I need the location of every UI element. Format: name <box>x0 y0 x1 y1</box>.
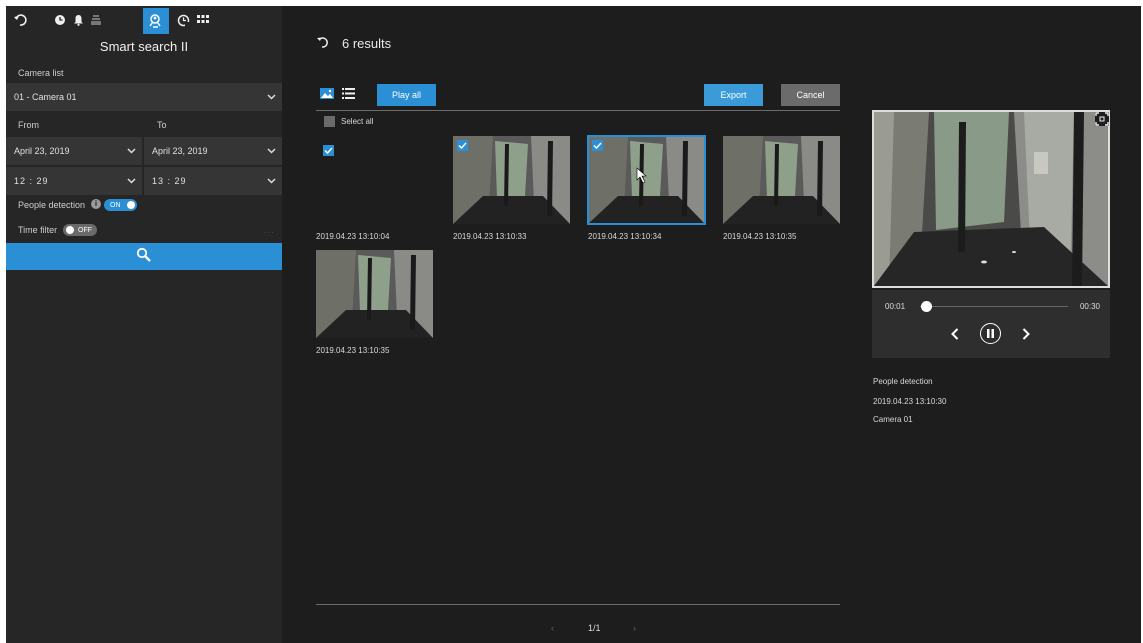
playback-icon[interactable] <box>173 10 193 30</box>
previous-icon[interactable] <box>951 328 959 343</box>
divider <box>316 604 840 605</box>
camera-list-label: Camera list <box>18 68 64 78</box>
result-timestamp: 2019.04.23 13:10:35 <box>316 346 390 355</box>
page-title: Smart search II <box>99 39 189 54</box>
fullscreen-icon[interactable] <box>1095 112 1109 126</box>
top-toolbar <box>6 6 282 34</box>
back-icon[interactable] <box>316 36 328 51</box>
result-thumbnail[interactable] <box>723 136 840 224</box>
to-date-value: April 23, 2019 <box>152 146 208 156</box>
seek-bar[interactable] <box>920 301 1068 312</box>
from-date-select[interactable]: April 23, 2019 <box>6 137 142 165</box>
play-all-button[interactable]: Play all <box>377 84 436 106</box>
event-time: 2019.04.23 13:10:30 <box>873 397 947 406</box>
to-label: To <box>157 120 167 130</box>
pause-icon[interactable] <box>980 323 1001 344</box>
camera-select-value: 01 - Camera 01 <box>14 92 77 102</box>
page-indicator: 1/1 <box>588 623 601 633</box>
chevron-down-icon <box>267 92 276 102</box>
search-button[interactable] <box>6 243 282 270</box>
time-filter-label: Time filter <box>18 225 58 235</box>
video-preview[interactable] <box>872 110 1110 288</box>
toggle-knob <box>66 226 74 234</box>
result-timestamp: 2019.04.23 13:10:34 <box>588 232 662 241</box>
result-timestamp: 2019.04.23 13:10:04 <box>316 232 390 241</box>
results-count: 6 results <box>342 36 392 51</box>
result-timestamp: 2019.04.23 13:10:35 <box>723 232 797 241</box>
result-thumbnail[interactable] <box>316 250 433 338</box>
seek-handle[interactable] <box>921 301 932 312</box>
cancel-button[interactable]: Cancel <box>781 84 840 106</box>
toggle-state-text: ON <box>110 201 121 209</box>
to-time-select[interactable]: 13 : 29 <box>144 167 282 195</box>
to-time-value: 13 : 29 <box>152 176 187 186</box>
dashboard-icon[interactable] <box>86 10 106 30</box>
back-icon[interactable] <box>10 10 30 30</box>
camera-name: Camera 01 <box>873 415 913 424</box>
time-filter-toggle[interactable]: OFF <box>63 224 97 236</box>
camera-select[interactable]: 01 - Camera 01 <box>6 83 282 111</box>
sidebar: Smart search II Camera list 01 - Camera … <box>6 6 282 643</box>
playback-controls: 00:01 00:30 <box>872 290 1110 358</box>
result-checkbox[interactable] <box>592 140 603 151</box>
from-date-value: April 23, 2019 <box>14 146 70 156</box>
export-button[interactable]: Export <box>704 84 763 106</box>
search-icon <box>136 247 152 266</box>
bell-icon[interactable] <box>68 10 88 30</box>
toggle-knob <box>126 201 135 209</box>
results-header: 6 results <box>316 36 391 51</box>
smart-search-icon[interactable] <box>143 8 169 34</box>
info-icon[interactable]: i <box>91 199 101 209</box>
list-view-icon[interactable] <box>342 88 356 100</box>
result-timestamp: 2019.04.23 13:10:33 <box>453 232 527 241</box>
chevron-down-icon <box>267 146 276 156</box>
people-detection-label: People detection <box>18 200 86 210</box>
result-thumbnail[interactable] <box>453 136 570 224</box>
thumbnail-view-icon[interactable] <box>320 88 334 100</box>
to-date-select[interactable]: April 23, 2019 <box>144 137 282 165</box>
current-time: 00:01 <box>885 302 906 311</box>
more-icon: ··· <box>264 228 275 237</box>
from-time-select[interactable]: 12 : 29 <box>6 167 142 195</box>
grid-icon[interactable] <box>193 10 213 30</box>
people-detection-toggle[interactable]: ON <box>104 199 137 211</box>
toggle-state-text: OFF <box>78 226 92 234</box>
chevron-down-icon <box>127 146 136 156</box>
next-icon[interactable] <box>1022 328 1030 343</box>
prev-page-icon[interactable]: ‹ <box>551 623 554 633</box>
total-time: 00:30 <box>1079 302 1100 311</box>
select-all-label: Select all <box>341 117 374 126</box>
chevron-down-icon <box>267 176 276 186</box>
event-type: People detection <box>873 377 933 386</box>
select-all-checkbox[interactable] <box>324 116 335 127</box>
result-checkbox[interactable] <box>457 140 468 151</box>
app-window: Smart search II Camera list 01 - Camera … <box>6 6 1141 643</box>
result-thumbnail[interactable] <box>587 135 706 225</box>
result-checkbox[interactable] <box>323 145 334 156</box>
next-page-icon[interactable]: › <box>633 623 636 633</box>
clock-icon[interactable] <box>50 10 70 30</box>
divider <box>316 110 840 111</box>
chevron-down-icon <box>127 176 136 186</box>
from-time-value: 12 : 29 <box>14 176 49 186</box>
from-label: From <box>18 120 39 130</box>
